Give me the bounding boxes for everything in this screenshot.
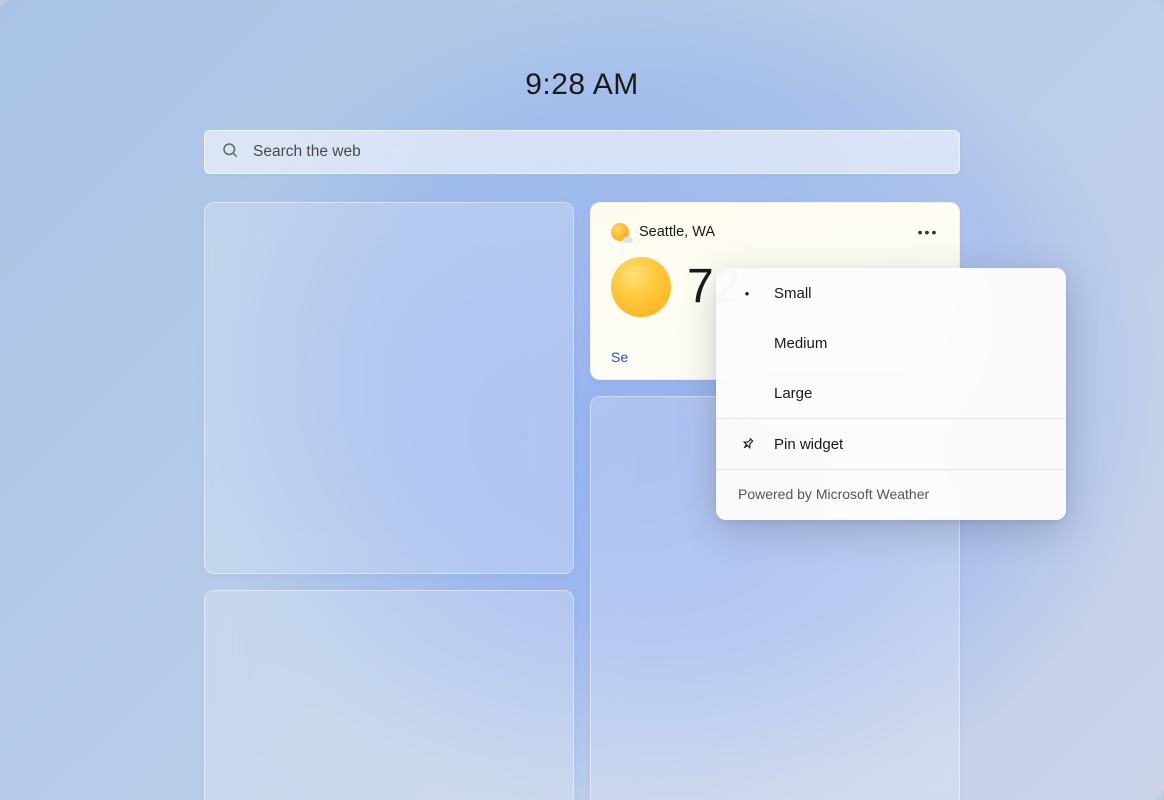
menu-item-pin-widget[interactable]: Pin widget — [716, 419, 1066, 469]
widget-context-menu: • Small Medium Large Pin widget Powered … — [716, 268, 1066, 520]
menu-footer-attribution: Powered by Microsoft Weather — [716, 470, 1066, 520]
weather-header: Seattle, WA ••• — [611, 221, 939, 243]
menu-item-label: Medium — [774, 335, 827, 352]
menu-item-large[interactable]: Large — [716, 368, 1066, 418]
search-icon — [221, 141, 239, 164]
search-box[interactable] — [204, 130, 960, 174]
menu-item-label: Large — [774, 385, 812, 402]
pin-icon — [738, 436, 756, 452]
weather-location: Seattle, WA — [639, 224, 715, 240]
search-input[interactable] — [253, 143, 943, 161]
sunny-icon — [611, 257, 671, 317]
menu-item-label: Small — [774, 285, 812, 302]
desktop-wallpaper: 9:28 AM Seattle, WA ••• 72 — [0, 0, 1164, 800]
more-options-button[interactable]: ••• — [917, 221, 939, 243]
widget-placeholder-left[interactable] — [204, 202, 574, 574]
menu-item-small[interactable]: • Small — [716, 268, 1066, 318]
menu-item-label: Pin widget — [774, 436, 843, 453]
bullet-icon: • — [738, 286, 756, 301]
weather-app-icon — [611, 223, 629, 241]
clock-time: 9:28 AM — [525, 68, 639, 102]
menu-item-medium[interactable]: Medium — [716, 318, 1066, 368]
widget-placeholder-bottom-left[interactable] — [204, 590, 574, 800]
